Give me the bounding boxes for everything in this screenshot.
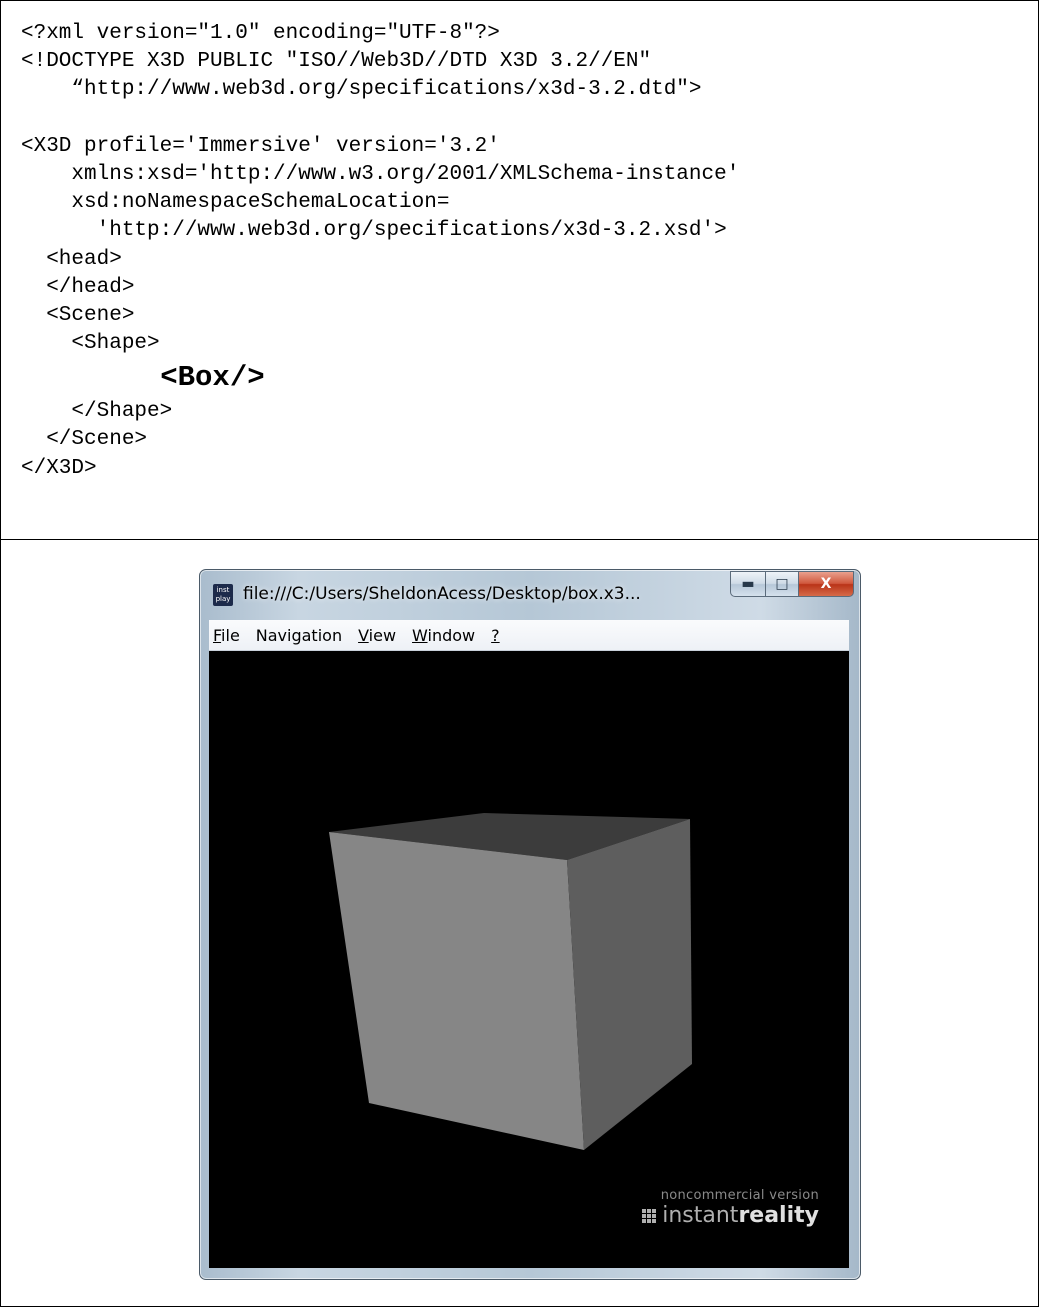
code-line: </Scene> [21, 428, 148, 452]
code-line: 'http://www.web3d.org/specifications/x3d… [21, 219, 727, 243]
screenshot-cell: inst play file:///C:/Users/SheldonAcess/… [1, 540, 1038, 1306]
code-line: </X3D> [21, 456, 97, 480]
menu-label: iew [368, 625, 397, 645]
maximize-icon: □ [775, 576, 789, 592]
menu-item-window[interactable]: Window [408, 626, 487, 645]
instantreality-watermark: noncommercial version instantreality [642, 1188, 819, 1228]
3d-viewport[interactable]: noncommercial version instantreality [209, 651, 849, 1268]
window-titlebar[interactable]: inst play file:///C:/Users/SheldonAcess/… [200, 570, 860, 620]
code-line: </head> [21, 275, 135, 299]
code-line: xmlns:xsd='http://www.w3.org/2001/XMLSch… [21, 162, 740, 186]
code-line: <Scene> [21, 303, 135, 327]
document-table: <?xml version="1.0" encoding="UTF-8"?> <!… [0, 0, 1039, 1307]
instantreality-logo-icon [642, 1208, 657, 1223]
code-line: </Shape> [21, 400, 173, 424]
menu-accelerator: V [358, 625, 369, 645]
box-render [329, 813, 692, 1150]
watermark-noncommercial-text: noncommercial version [660, 1188, 819, 1203]
menu-accelerator: ? [491, 625, 500, 645]
window-title: file:///C:/Users/SheldonAcess/Desktop/bo… [243, 584, 641, 604]
minimize-icon: ▬ [741, 576, 755, 592]
code-line: <!DOCTYPE X3D PUBLIC "ISO//Web3D//DTD X3… [21, 50, 652, 74]
code-line: “http://www.web3d.org/specifications/x3d… [21, 78, 702, 102]
cube-right-face [567, 819, 692, 1150]
menu-item-file[interactable]: File [209, 626, 252, 645]
caption-buttons: ▬ □ X [730, 571, 854, 597]
cube-front-face [329, 832, 584, 1150]
code-cell: <?xml version="1.0" encoding="UTF-8"?> <!… [1, 1, 1038, 540]
code-line: <Shape> [21, 332, 160, 356]
menu-label: Navigation [255, 625, 343, 645]
menu-item-help[interactable]: ? [487, 626, 512, 645]
menu-accelerator: W [412, 625, 428, 645]
close-button[interactable]: X [798, 571, 854, 597]
menu-item-view[interactable]: View [354, 626, 408, 645]
code-line: xsd:noNamespaceSchemaLocation= [21, 191, 450, 215]
menu-bar: File Navigation View Window? [209, 620, 849, 651]
menu-label: indow [427, 625, 476, 645]
watermark-brand-bold: reality [738, 1203, 819, 1228]
menu-item-navigation[interactable]: Navigation [252, 626, 354, 645]
code-line: <head> [21, 247, 122, 271]
minimize-button[interactable]: ▬ [730, 571, 765, 597]
watermark-brand-text: instantreality [662, 1203, 819, 1228]
instantplayer-window: inst play file:///C:/Users/SheldonAcess/… [199, 569, 861, 1280]
watermark-brand: instantreality [642, 1203, 819, 1228]
menu-label: ile [221, 625, 240, 645]
x3d-code-listing: <?xml version="1.0" encoding="UTF-8"?> <!… [21, 20, 739, 483]
instantplayer-app-icon[interactable]: inst play [213, 584, 233, 606]
maximize-button[interactable]: □ [765, 571, 798, 597]
code-line: <?xml version="1.0" encoding="UTF-8"?> [21, 22, 500, 45]
watermark-brand-regular: instant [662, 1203, 739, 1228]
code-line: <Box/> [21, 361, 265, 395]
code-line: <X3D profile='Immersive' version='3.2' [21, 134, 500, 158]
menu-accelerator: F [213, 625, 222, 645]
close-icon: X [820, 576, 832, 592]
